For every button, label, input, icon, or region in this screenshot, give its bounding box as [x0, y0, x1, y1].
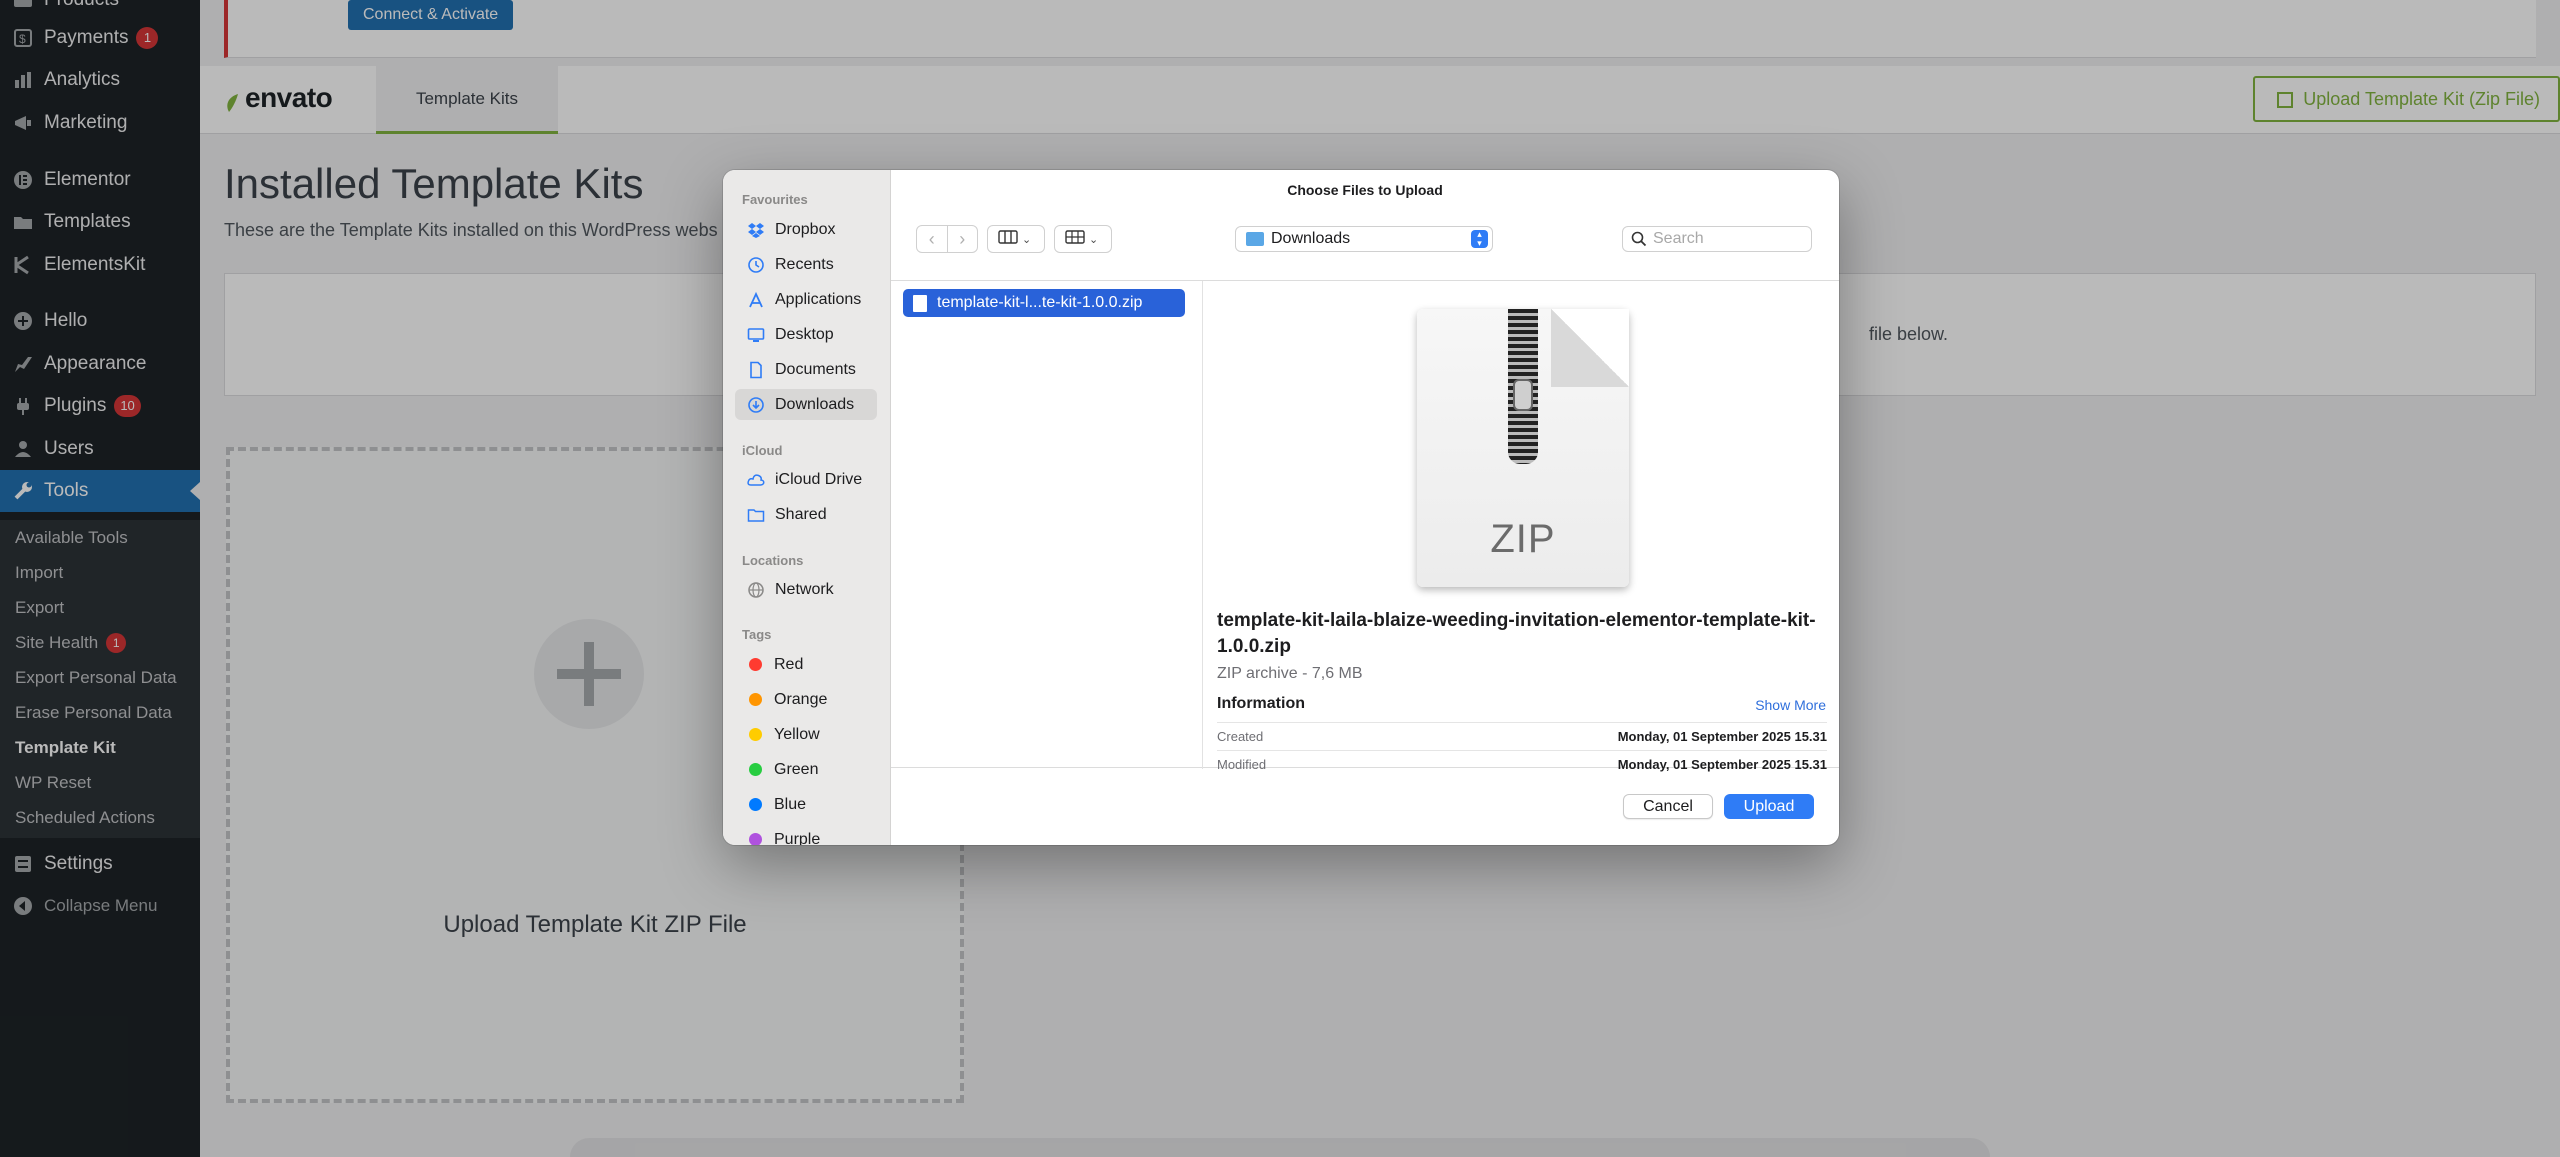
location-select[interactable]: Downloads ▴ ▾ — [1235, 226, 1493, 252]
sidebar-item-network[interactable]: Network — [735, 574, 877, 605]
sidebar-item-label: Documents — [775, 360, 856, 378]
sidebar-item-recents[interactable]: Recents — [735, 249, 877, 280]
globe-icon — [747, 581, 765, 599]
file-row-label: template-kit-l...te-kit-1.0.0.zip — [937, 294, 1143, 311]
tag-label: Blue — [774, 795, 807, 813]
applications-icon — [747, 291, 765, 309]
group-mode-button[interactable]: ⌄ — [1054, 225, 1112, 253]
sidebar-item-desktop[interactable]: Desktop — [735, 319, 877, 350]
nav-back-forward: ‹ › — [916, 225, 978, 253]
view-mode-button[interactable]: ⌄ — [987, 225, 1045, 253]
sidebar-item-label: Recents — [775, 255, 834, 273]
dialog-sidebar: Favourites Dropbox Recents Applications … — [723, 170, 891, 845]
section-tags: Tags — [742, 627, 772, 642]
chevron-down-icon: ⌄ — [1022, 233, 1032, 246]
folder-icon — [1246, 232, 1264, 246]
orange-dot-icon — [749, 693, 762, 706]
sidebar-item-label: Applications — [775, 290, 862, 308]
meta-value: Monday, 01 September 2025 15.31 — [1617, 757, 1827, 772]
information-heading: Information — [1217, 695, 1305, 712]
dialog-title: Choose Files to Upload — [1287, 182, 1443, 198]
tag-label: Orange — [774, 690, 828, 708]
sidebar-item-icloud-drive[interactable]: iCloud Drive — [735, 464, 877, 495]
sidebar-item-shared[interactable]: Shared — [735, 499, 877, 530]
meta-row-modified: Modified Monday, 01 September 2025 15.31 — [1217, 750, 1827, 777]
file-preview: ZIP template-kit-laila-blaize-weeding-in… — [1204, 281, 1839, 772]
green-dot-icon — [749, 763, 762, 776]
yellow-dot-icon — [749, 728, 762, 741]
tag-yellow[interactable]: Yellow — [735, 719, 877, 750]
sidebar-item-downloads[interactable]: Downloads — [735, 389, 877, 420]
section-favourites: Favourites — [742, 192, 808, 207]
zip-file-icon: ZIP — [1417, 309, 1629, 587]
search-field[interactable] — [1622, 226, 1812, 252]
search-icon — [1631, 231, 1647, 247]
tag-label: Green — [774, 760, 819, 778]
blue-dot-icon — [749, 798, 762, 811]
tag-red[interactable]: Red — [735, 649, 877, 680]
select-stepper-icon: ▴ ▾ — [1471, 230, 1488, 248]
meta-key: Created — [1217, 729, 1264, 744]
sidebar-item-label: Desktop — [775, 325, 834, 343]
tag-label: Yellow — [774, 725, 820, 743]
clock-icon — [747, 256, 765, 274]
tag-label: Red — [774, 655, 804, 673]
upload-button[interactable]: Upload — [1724, 794, 1814, 819]
sidebar-item-documents[interactable]: Documents — [735, 354, 877, 385]
zipper-pull — [1513, 379, 1533, 411]
tag-orange[interactable]: Orange — [735, 684, 877, 715]
shared-folder-icon — [747, 506, 765, 524]
tag-green[interactable]: Green — [735, 754, 877, 785]
document-icon — [747, 361, 765, 379]
preview-file-name: template-kit-laila-blaize-weeding-invita… — [1217, 610, 1816, 657]
chevron-left-icon: ‹ — [928, 228, 935, 249]
tag-blue[interactable]: Blue — [735, 789, 877, 820]
cloud-icon — [747, 471, 765, 489]
preview-file-meta: ZIP archive - 7,6 MB — [1217, 665, 1363, 682]
file-upload-dialog: Favourites Dropbox Recents Applications … — [723, 170, 1839, 845]
file-row-selected[interactable]: template-kit-l...te-kit-1.0.0.zip — [903, 289, 1185, 317]
cancel-button[interactable]: Cancel — [1623, 794, 1713, 819]
download-icon — [747, 396, 765, 414]
section-icloud: iCloud — [742, 443, 783, 458]
tag-label: Purple — [774, 830, 821, 846]
forward-button[interactable]: › — [948, 225, 978, 253]
file-icon — [913, 294, 927, 312]
sidebar-item-applications[interactable]: Applications — [735, 284, 877, 315]
meta-row-created: Created Monday, 01 September 2025 15.31 — [1217, 722, 1827, 749]
meta-key: Modified — [1217, 757, 1267, 772]
file-browser: template-kit-l...te-kit-1.0.0.zip ZIP te… — [891, 280, 1839, 772]
sidebar-item-label: Network — [775, 580, 834, 598]
section-locations: Locations — [742, 553, 804, 568]
grid-icon — [1065, 229, 1085, 249]
sidebar-item-label: Shared — [775, 505, 827, 523]
sidebar-item-dropbox[interactable]: Dropbox — [735, 214, 877, 245]
zip-icon-label: ZIP — [1490, 517, 1556, 561]
desktop-icon — [747, 326, 765, 344]
meta-value: Monday, 01 September 2025 15.31 — [1617, 729, 1827, 744]
show-more-link[interactable]: Show More — [1755, 697, 1826, 713]
search-input[interactable] — [1653, 230, 1803, 248]
sidebar-item-label: iCloud Drive — [775, 470, 863, 488]
zip-page-fold — [1551, 309, 1629, 387]
purple-dot-icon — [749, 833, 762, 845]
file-column: template-kit-l...te-kit-1.0.0.zip — [891, 281, 1203, 769]
tag-purple[interactable]: Purple — [735, 824, 877, 845]
sidebar-item-label: Downloads — [775, 395, 855, 413]
red-dot-icon — [749, 658, 762, 671]
dropbox-icon — [747, 221, 765, 239]
chevron-right-icon: › — [959, 228, 966, 249]
chevron-down-icon: ⌄ — [1089, 233, 1099, 246]
back-button[interactable]: ‹ — [917, 225, 947, 253]
location-select-value: Downloads — [1271, 230, 1351, 247]
columns-view-icon — [998, 229, 1018, 249]
sidebar-item-label: Dropbox — [775, 220, 836, 238]
